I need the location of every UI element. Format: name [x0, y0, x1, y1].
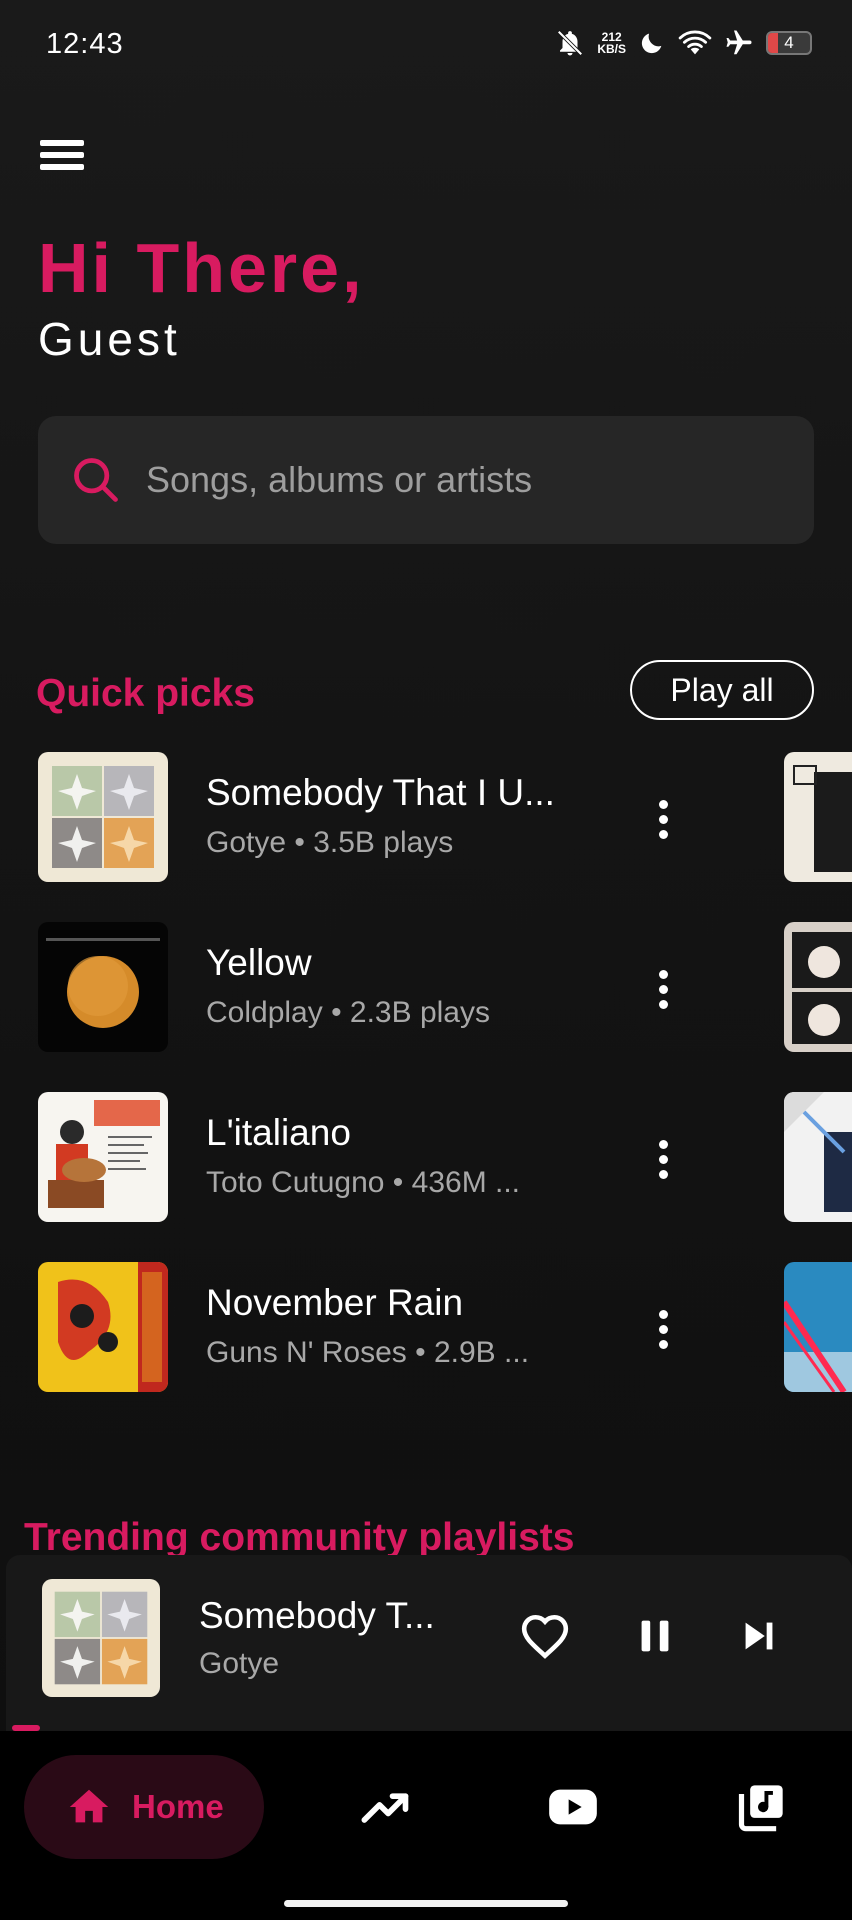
quick-picks-title: Quick picks: [36, 672, 255, 715]
greeting-title: Hi There,: [38, 229, 365, 307]
album-cover: [38, 1262, 168, 1392]
more-vert-icon: [658, 1309, 668, 1319]
list-item[interactable]: November Rain Guns N' Roses • 2.9B ...: [38, 1262, 818, 1432]
album-cover[interactable]: [784, 922, 852, 1052]
trending-title: Trending community playlists: [24, 1516, 575, 1556]
album-cover[interactable]: [784, 752, 852, 882]
status-icons: 212 KB/S 4: [555, 28, 812, 58]
search-placeholder: Songs, albums or artists: [146, 459, 533, 500]
battery-indicator: 4: [766, 31, 812, 55]
more-options-button[interactable]: [638, 1134, 688, 1184]
album-cover: [38, 922, 168, 1052]
album-cover: [38, 1092, 168, 1222]
song-subtitle: Guns N' Roses • 2.9B ...: [206, 1336, 530, 1369]
more-vert-icon: [658, 799, 668, 809]
mini-player-artist: Gotye: [199, 1647, 280, 1680]
menu-button[interactable]: [40, 140, 92, 180]
song-subtitle: Gotye • 3.5B plays: [206, 826, 454, 859]
heart-icon[interactable]: [520, 1613, 570, 1659]
list-item[interactable]: Somebody That I U... Gotye • 3.5B plays: [38, 752, 818, 922]
album-cover: [38, 752, 168, 882]
skip-next-icon[interactable]: [736, 1613, 782, 1659]
song-title: L'italiano: [206, 1112, 351, 1153]
youtube-icon[interactable]: [547, 1781, 599, 1833]
pause-icon[interactable]: [632, 1613, 678, 1659]
album-cover[interactable]: [784, 1262, 852, 1392]
menu-icon: [40, 140, 84, 146]
library-music-icon[interactable]: [735, 1781, 787, 1833]
trending-icon[interactable]: [360, 1781, 412, 1833]
search-icon: [74, 458, 118, 502]
mini-player-cover: [42, 1579, 160, 1697]
home-indicator[interactable]: [284, 1900, 568, 1907]
search-input[interactable]: Songs, albums or artists: [38, 416, 814, 544]
wifi-icon: [678, 30, 712, 55]
song-title: November Rain: [206, 1282, 464, 1323]
list-item[interactable]: Yellow Coldplay • 2.3B plays: [38, 922, 818, 1092]
list-item[interactable]: L'italiano Toto Cutugno • 436M ...: [38, 1092, 818, 1262]
more-vert-icon: [658, 1139, 668, 1149]
moon-icon: [641, 33, 662, 54]
song-subtitle: Coldplay • 2.3B plays: [206, 996, 490, 1029]
play-all-button[interactable]: Play all: [630, 660, 814, 720]
home-icon: [69, 1789, 109, 1823]
more-vert-icon: [658, 969, 668, 979]
song-title: Somebody That I U...: [206, 772, 555, 813]
status-bar: 12:43 212 KB/S 4: [0, 0, 852, 92]
airplane-icon: [726, 30, 752, 55]
username-label: Guest: [38, 313, 181, 365]
mini-player[interactable]: Somebody T... Gotye: [6, 1555, 852, 1731]
nav-home[interactable]: Home: [24, 1755, 264, 1859]
quick-picks-next-column: [784, 752, 852, 1432]
status-time: 12:43: [46, 28, 124, 60]
song-subtitle: Toto Cutugno • 436M ...: [206, 1166, 521, 1199]
nav-home-label: Home: [132, 1788, 224, 1825]
mini-player-title: Somebody T...: [199, 1595, 435, 1636]
album-cover[interactable]: [784, 1092, 852, 1222]
quick-picks-list: Somebody That I U... Gotye • 3.5B plays …: [38, 752, 818, 1432]
more-options-button[interactable]: [638, 964, 688, 1014]
song-title: Yellow: [206, 942, 312, 983]
notifications-off-icon: [557, 30, 583, 56]
more-options-button[interactable]: [638, 794, 688, 844]
more-options-button[interactable]: [638, 1304, 688, 1354]
bottom-navigation: Home: [0, 1731, 852, 1920]
net-speed: 212 KB/S: [597, 30, 626, 56]
